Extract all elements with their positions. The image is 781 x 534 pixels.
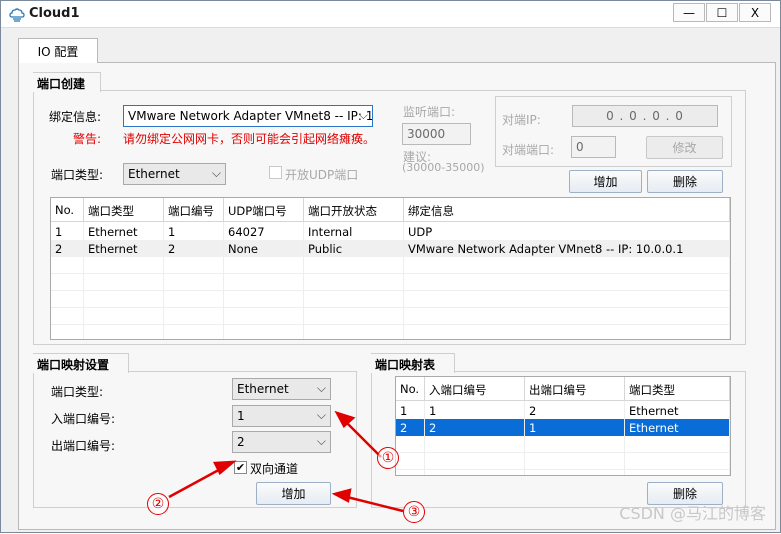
cloud1-window: Cloud1 — ☐ X IO 配置 端口创建 绑定信息: VMware Net… (0, 0, 781, 533)
arrow-3-line (342, 494, 404, 513)
annotation-2: ② (147, 493, 169, 515)
arrow-1-line (342, 418, 382, 458)
arrow-3-head (331, 488, 352, 503)
watermark: CSDN @马江的博客 (619, 504, 766, 523)
annotation-3: ③ (403, 501, 425, 523)
arrow-1-head (334, 410, 356, 428)
annotation-1: ① (377, 447, 399, 469)
